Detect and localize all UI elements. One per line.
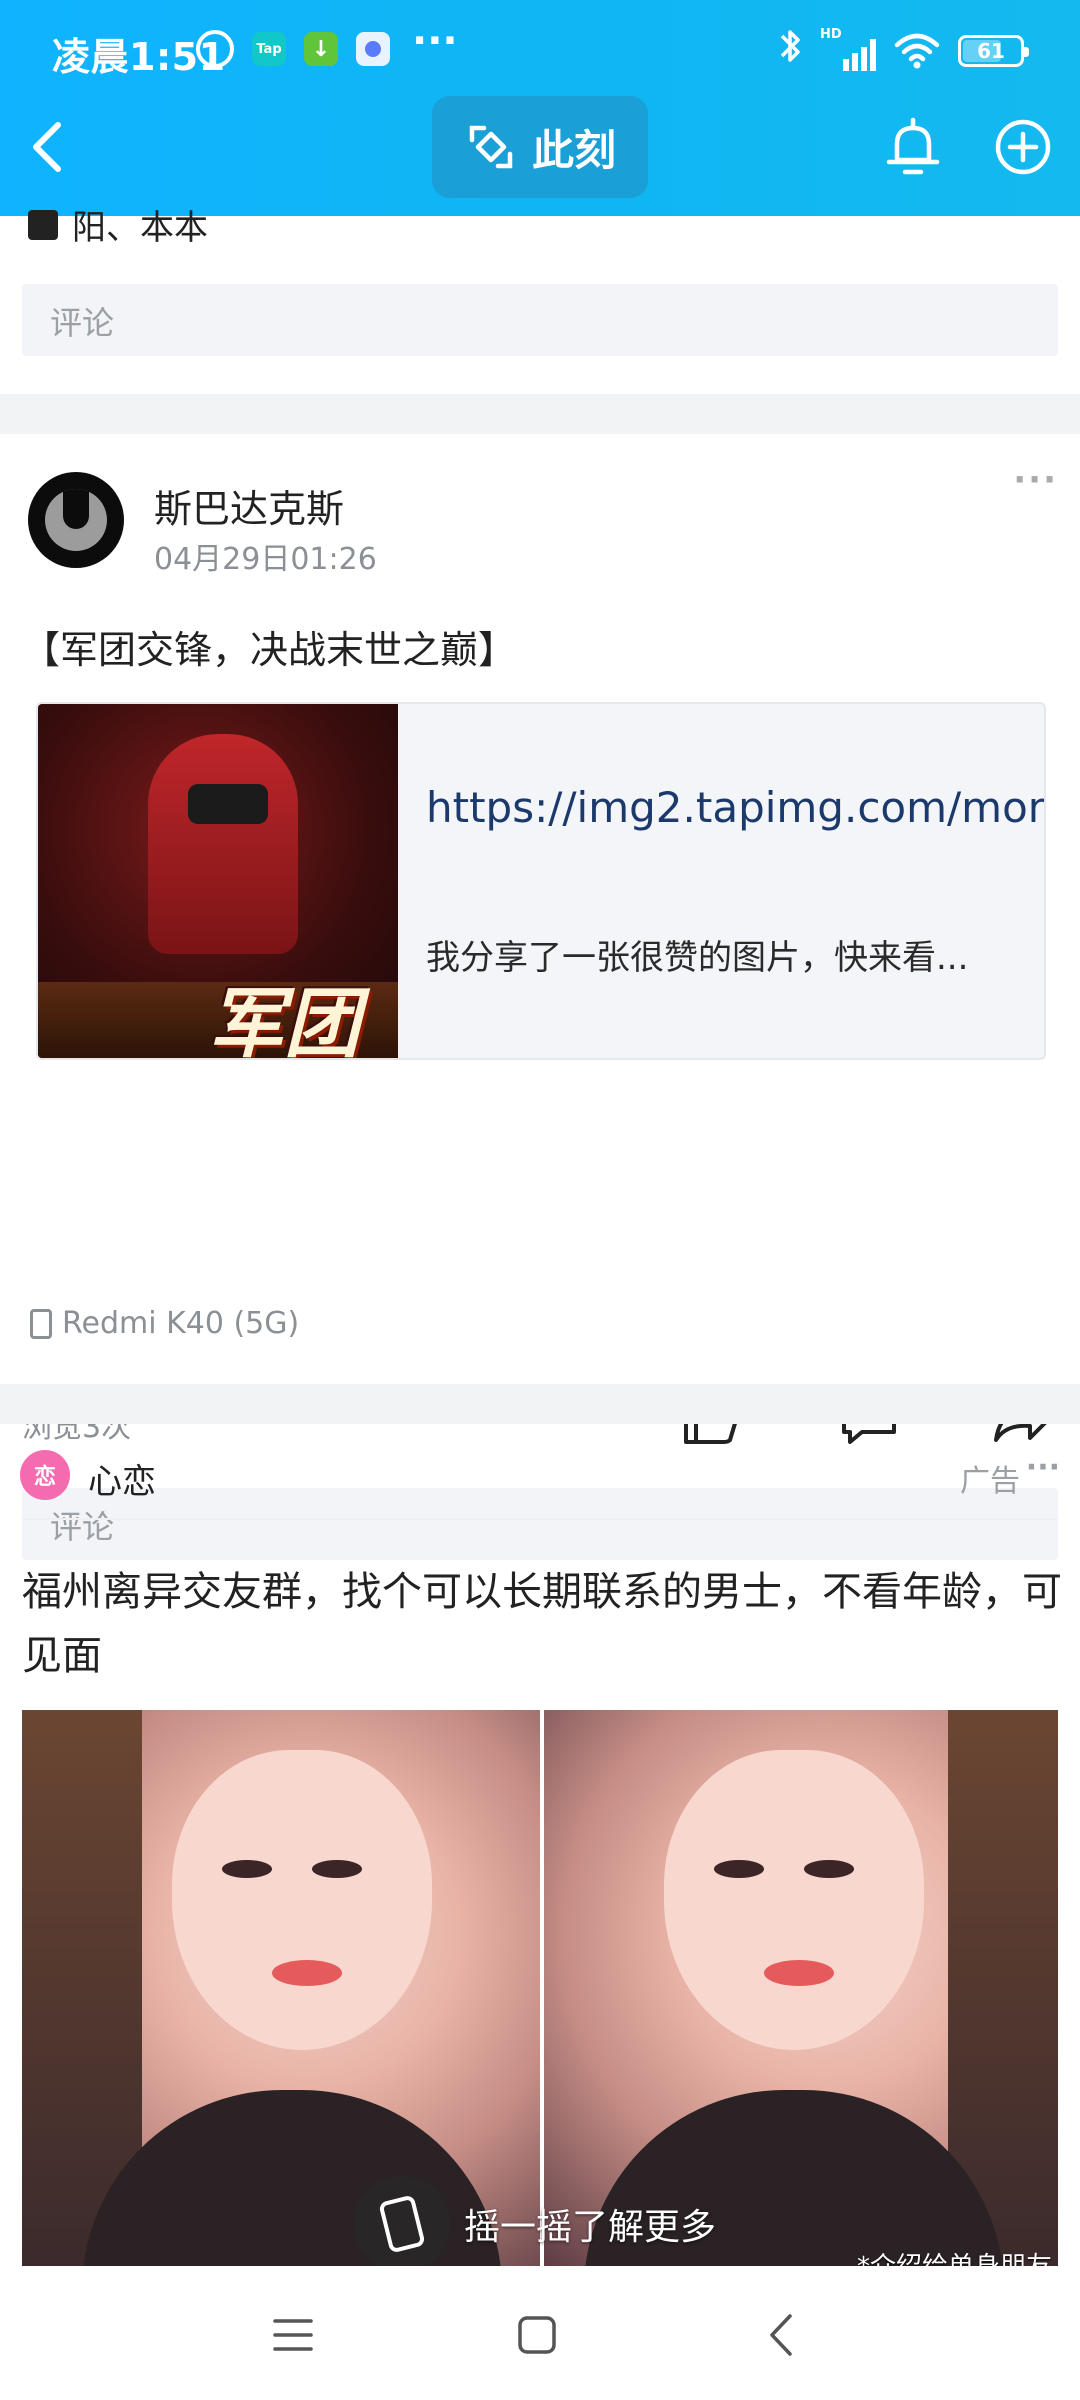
device-info: Redmi K40 (5G): [30, 1306, 299, 1341]
bluetooth-icon: [778, 26, 802, 75]
advertiser-name: 心恋: [88, 1462, 156, 1502]
link-thumbnail: 军团: [38, 704, 398, 1060]
moment-tab-button[interactable]: 此刻: [432, 96, 648, 198]
add-post-button[interactable]: [988, 112, 1058, 182]
system-navigation-bar: [0, 2266, 1080, 2400]
feed-separator: [0, 1384, 1080, 1424]
post-text: 【军团交锋，决战末世之巅】: [22, 628, 517, 672]
prev-post-like-line: 阳、本本: [28, 200, 208, 249]
shake-prompt[interactable]: 摇一摇了解更多: [354, 2176, 754, 2272]
ad-card[interactable]: 恋 心恋 广告 ··· 福州离异交友群，找个可以长期联系的男士，不看年龄，可见面…: [0, 1424, 1080, 2282]
taptap-label: Tap: [256, 41, 282, 57]
status-more-icon: ···: [412, 18, 458, 64]
status-right-icons: HD 61: [778, 26, 1029, 75]
link-url: https://img2.tapimg.com/moment/etag/...: [426, 783, 1044, 832]
add-circle-icon: [995, 119, 1051, 175]
ad-more-button[interactable]: ···: [1026, 1450, 1060, 1485]
top-app-bar: 凌晨1:51 Tap ↓ ··· HD 61 此刻: [0, 0, 1080, 216]
alarm-icon: [196, 30, 234, 68]
back-icon: [33, 122, 61, 172]
phone-icon: [30, 1308, 52, 1339]
back-icon: [770, 2314, 792, 2356]
page-title: 此刻: [531, 125, 616, 175]
home-button[interactable]: [502, 2300, 572, 2370]
download-icon: ↓: [304, 32, 338, 66]
moment-icon: [469, 125, 513, 169]
feed-separator: [0, 394, 1080, 434]
bell-icon: [886, 117, 940, 175]
prev-post-comment-input[interactable]: 评论: [22, 284, 1058, 356]
author-name[interactable]: 斯巴达克斯: [154, 478, 344, 533]
battery-level: 61: [977, 38, 1005, 63]
link-preview-card[interactable]: 军团 https://img2.tapimg.com/moment/etag/.…: [36, 702, 1046, 1060]
ad-divider: [22, 1518, 1058, 1520]
menu-button[interactable]: [258, 2300, 328, 2370]
avatar[interactable]: [28, 472, 124, 568]
taptap-icon: Tap: [252, 32, 286, 66]
link-thumbnail-text: 军团: [208, 979, 360, 1060]
system-back-button[interactable]: [746, 2300, 816, 2370]
app-icon: [356, 32, 390, 66]
status-left-icons: Tap ↓: [196, 30, 390, 68]
battery-icon: 61: [958, 34, 1029, 67]
shake-label: 摇一摇了解更多: [464, 2207, 717, 2248]
menu-icon: [273, 2319, 313, 2351]
notification-button[interactable]: [878, 112, 948, 182]
post-more-button[interactable]: ···: [1013, 460, 1058, 500]
shake-phone-icon: [354, 2176, 450, 2272]
like-small-icon: [28, 209, 58, 240]
advertiser-logo: 恋: [20, 1450, 70, 1500]
signal-icon: HD: [820, 27, 876, 71]
device-label: Redmi K40 (5G): [62, 1306, 300, 1341]
ad-text: 福州离异交友群，找个可以长期联系的男士，不看年龄，可见面: [22, 1569, 1062, 1679]
link-description: 我分享了一张很赞的图片，快来看...: [426, 938, 969, 978]
home-icon: [518, 2316, 556, 2354]
prev-post-liked-by: 阳、本本: [72, 208, 208, 248]
ad-label: 广告: [960, 1464, 1020, 1499]
post-time: 04月29日01:26: [154, 542, 377, 577]
back-button[interactable]: [18, 112, 78, 182]
wifi-icon: [894, 33, 940, 69]
